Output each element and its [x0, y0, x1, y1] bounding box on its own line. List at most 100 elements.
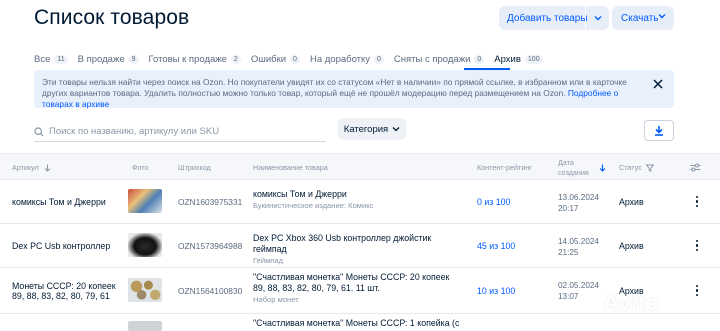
chevron-down-icon[interactable]: [585, 6, 609, 30]
product-name[interactable]: комиксы Том и Джерри: [253, 189, 463, 200]
column-settings-button[interactable]: [690, 154, 701, 181]
article-cell[interactable]: Dex PC Usb контроллер: [12, 241, 120, 251]
product-name[interactable]: "Счастливая монетка" Монеты СССР: 1 копе…: [253, 318, 463, 329]
table-row[interactable]: "Счастливая монетка" Монеты СССР: 1 копе…: [0, 314, 720, 331]
tab-label: Архив: [494, 53, 521, 65]
time-text: 21:25: [558, 248, 579, 257]
product-type: Набор монет: [253, 295, 299, 304]
tab-archive[interactable]: Архив 100: [494, 52, 543, 66]
tab-count: 100: [524, 54, 543, 64]
column-label: Наименование товара: [253, 163, 328, 172]
tab-label: Ошибки: [250, 53, 287, 65]
article-cell[interactable]: комиксы Том и Джерри: [12, 197, 120, 207]
tab-count: 11: [54, 54, 68, 64]
product-name-cell[interactable]: "Счастливая монетка" Монеты СССР: 20 коп…: [253, 272, 463, 305]
avito-watermark: Avito: [603, 290, 660, 315]
chevron-down-icon: [392, 127, 400, 132]
tab-label: Сняты с продажи: [393, 53, 471, 65]
tab-label: Все: [34, 53, 51, 65]
created-date: 13.06.2024 20:17: [558, 192, 599, 214]
article-cell[interactable]: Монеты СССР: 20 копеек 89, 88, 83, 82, 8…: [12, 281, 128, 301]
product-name-cell[interactable]: Dex PC Xbox 360 Usb контроллер джойстик …: [253, 233, 463, 266]
column-label: Фото: [132, 163, 149, 172]
product-photo[interactable]: [128, 189, 162, 213]
tab-count: 0: [374, 54, 384, 64]
product-name[interactable]: "Счастливая монетка" Монеты СССР: 20 коп…: [253, 272, 463, 294]
column-name: Наименование товара: [253, 154, 328, 181]
tab-removed[interactable]: Сняты с продажи 0: [393, 52, 485, 66]
column-label: Контент-рейтинг: [477, 163, 532, 172]
barcode-cell: OZN1573964988: [178, 241, 243, 251]
more-actions-icon[interactable]: [694, 240, 700, 252]
status-tabs: Все 11 В продаже 9 Готовы к продаже 2 Ошибк…: [34, 52, 553, 66]
content-rating-link[interactable]: 45 из 100: [477, 241, 515, 251]
page-title: Список товаров: [34, 6, 190, 29]
search-icon: [34, 126, 44, 137]
product-name-cell[interactable]: комиксы Том и Джерри Букинистическое изд…: [253, 189, 463, 211]
tab-all[interactable]: Все 11: [34, 52, 68, 66]
close-icon[interactable]: [653, 79, 663, 89]
search-field[interactable]: Поиск по названию, артикулу или SKU: [34, 122, 326, 142]
export-button[interactable]: [644, 120, 674, 141]
filter-icon: [645, 164, 654, 172]
add-products-label: Добавить товары: [507, 12, 588, 24]
tab-rework[interactable]: На доработку 0: [310, 52, 384, 66]
download-label: Скачать: [621, 12, 659, 24]
barcode-cell: OZN1564100830: [178, 286, 243, 296]
product-name[interactable]: Dex PC Xbox 360 Usb контроллер джойстик …: [253, 233, 463, 255]
tab-count: 2: [230, 54, 241, 64]
date-text: 02.05.2024: [558, 281, 599, 290]
column-label: Статус: [619, 163, 642, 172]
product-photo[interactable]: [128, 278, 162, 302]
content-rating-link[interactable]: 0 из 100: [477, 197, 510, 207]
content-rating-link[interactable]: 10 из 100: [477, 286, 515, 296]
tab-errors[interactable]: Ошибки 0: [251, 52, 300, 66]
add-products-button[interactable]: Добавить товары: [499, 6, 609, 30]
product-type: Букинистическое издание: Комикс: [253, 201, 374, 210]
time-text: 20:17: [558, 204, 579, 213]
product-photo[interactable]: [128, 233, 162, 257]
search-placeholder: Поиск по названию, артикулу или SKU: [49, 126, 220, 137]
table-header: Артикул Фото Штрихкод Наименование товар…: [0, 153, 720, 180]
column-date[interactable]: Дата создания: [558, 154, 606, 181]
tab-count: 9: [128, 54, 139, 64]
tab-count: 0: [474, 54, 485, 64]
column-barcode: Штрихкод: [178, 154, 211, 181]
download-button[interactable]: Скачать: [612, 6, 674, 30]
product-name-cell[interactable]: "Счастливая монетка" Монеты СССР: 1 копе…: [253, 318, 463, 329]
banner-text: Эти товары нельзя найти через поиск на O…: [42, 77, 627, 98]
tab-ready[interactable]: Готовы к продаже 2: [149, 52, 241, 66]
column-status[interactable]: Статус: [619, 154, 654, 181]
column-rating[interactable]: Контент-рейтинг: [477, 154, 532, 181]
more-actions-icon[interactable]: [694, 196, 700, 208]
created-date: 02.05.2024 13:07: [558, 280, 599, 302]
table-row[interactable]: комиксы Том и Джерри OZN1603975331 комик…: [0, 180, 720, 224]
tab-label: На доработку: [309, 53, 371, 65]
download-icon: [655, 126, 663, 136]
product-type: Геймпад: [253, 256, 284, 265]
created-date: 14.05.2024 21:25: [558, 236, 599, 258]
status-cell: Архив: [619, 241, 644, 251]
category-dropdown[interactable]: Категория: [338, 118, 406, 140]
column-article[interactable]: Артикул: [12, 154, 51, 181]
tab-count: 0: [290, 54, 300, 64]
barcode-cell: OZN1603975331: [178, 197, 243, 207]
archive-info-banner: Эти товары нельзя найти через поиск на O…: [34, 70, 674, 109]
date-text: 13.06.2024: [558, 193, 599, 202]
time-text: 13:07: [558, 292, 579, 301]
column-label: Артикул: [12, 163, 39, 172]
product-photo[interactable]: [128, 321, 162, 331]
column-label: Штрихкод: [178, 163, 211, 172]
chevron-down-icon: [658, 13, 666, 19]
category-label: Категория: [343, 123, 389, 135]
column-photo: Фото: [132, 154, 149, 181]
tab-label: Готовы к продаже: [148, 53, 227, 65]
status-cell: Архив: [619, 197, 644, 207]
column-label: создания: [558, 167, 589, 177]
settings-sliders-icon: [690, 163, 701, 172]
tab-on-sale[interactable]: В продаже 9: [78, 52, 139, 66]
table-row[interactable]: Dex PC Usb контроллер OZN1573964988 Dex …: [0, 224, 720, 268]
tab-label: В продаже: [77, 53, 125, 65]
top-bar: Список товаров Добавить товары Скачать: [0, 0, 720, 40]
more-actions-icon[interactable]: [694, 285, 700, 297]
